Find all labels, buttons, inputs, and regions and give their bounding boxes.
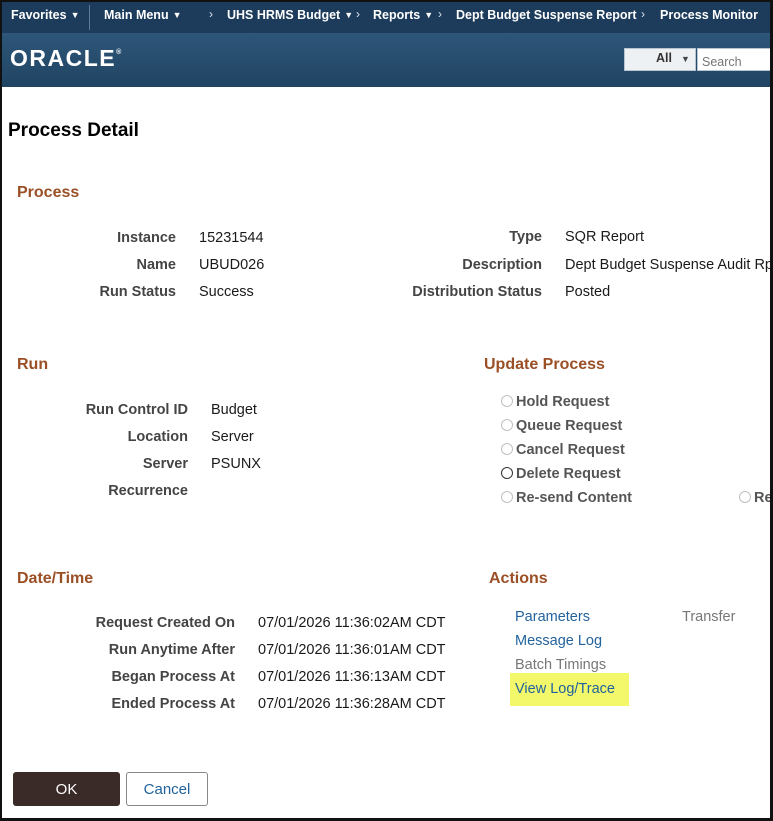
server-label: Server	[142, 456, 188, 472]
delete-request-radio[interactable]	[501, 467, 513, 479]
cancel-request-radio	[501, 443, 513, 455]
run-control-id-label: Run Control ID	[85, 402, 188, 418]
transfer-link: Transfer	[682, 609, 736, 625]
chevron-right-icon: ›	[209, 7, 213, 21]
view-log-trace-link[interactable]: View Log/Trace	[515, 681, 615, 697]
location-value: Server	[211, 429, 254, 445]
oracle-banner: ORACLE® All ▼	[2, 33, 770, 87]
main-menu-label: Main Menu	[104, 8, 169, 22]
breadcrumb-process-monitor[interactable]: Process Monitor	[660, 8, 758, 22]
datetime-section-heading: Date/Time	[17, 570, 94, 587]
description-value: Dept Budget Suspense Audit Rpt	[565, 257, 772, 273]
search-scope-label: All	[656, 51, 672, 65]
hold-request-option: Hold Request	[501, 394, 609, 410]
run-status-value: Success	[199, 284, 254, 300]
oracle-logo-text: ORACLE	[10, 45, 117, 71]
request-created-value: 07/01/2026 11:36:02AM CDT	[258, 615, 446, 631]
actions-section-heading: Actions	[489, 570, 548, 587]
breadcrumb-reports[interactable]: Reports ▼	[373, 8, 433, 22]
began-process-label: Began Process At	[111, 669, 235, 685]
update-process-section-heading: Update Process	[484, 356, 605, 373]
favorites-menu[interactable]: Favorites ▼	[11, 8, 80, 22]
nav-divider	[89, 5, 90, 30]
breadcrumb-label: Reports	[373, 8, 421, 22]
breadcrumb-label: Dept Budget Suspense Report	[456, 8, 637, 22]
main-menu[interactable]: Main Menu ▼	[104, 8, 182, 22]
breadcrumb-uhs-hrms-budget[interactable]: UHS HRMS Budget ▼	[227, 8, 353, 22]
cancel-request-option: Cancel Request	[501, 442, 625, 458]
instance-value: 15231544	[199, 230, 264, 246]
breadcrumb-dept-budget-suspense-report[interactable]: Dept Budget Suspense Report	[456, 8, 637, 22]
restart-request-label: Re	[754, 490, 773, 506]
run-anytime-label: Run Anytime After	[108, 642, 235, 658]
name-value: UBUD026	[199, 257, 265, 273]
type-label: Type	[509, 229, 542, 245]
ok-button[interactable]: OK	[13, 772, 120, 806]
resend-content-label: Re-send Content	[516, 490, 632, 506]
instance-label: Instance	[117, 230, 176, 246]
chevron-right-icon: ›	[641, 7, 645, 21]
favorites-label: Favorites	[11, 8, 67, 22]
recurrence-label: Recurrence	[108, 483, 188, 499]
server-value: PSUNX	[211, 456, 261, 472]
queue-request-radio	[501, 419, 513, 431]
restart-request-radio	[739, 491, 751, 503]
batch-timings-link: Batch Timings	[515, 657, 607, 673]
queue-request-option: Queue Request	[501, 418, 622, 434]
ended-process-label: Ended Process At	[111, 696, 235, 712]
request-created-label: Request Created On	[95, 615, 235, 631]
breadcrumb-label: Process Monitor	[660, 8, 758, 22]
type-value: SQR Report	[565, 229, 644, 245]
message-log-link[interactable]: Message Log	[515, 633, 602, 649]
run-section-heading: Run	[17, 356, 49, 373]
process-detail-window: Favorites ▼ Main Menu ▼ › UHS HRMS Budget ▼…	[0, 0, 773, 821]
resend-content-option: Re-send Content	[501, 490, 632, 506]
breadcrumb-label: UHS HRMS Budget	[227, 8, 341, 22]
began-process-value: 07/01/2026 11:36:13AM CDT	[258, 669, 446, 685]
distribution-status-value: Posted	[565, 284, 611, 300]
name-label: Name	[136, 257, 177, 273]
cancel-button[interactable]: Cancel	[126, 772, 208, 806]
parameters-link[interactable]: Parameters	[515, 609, 590, 625]
delete-request-option[interactable]: Delete Request	[501, 466, 621, 482]
page-title: Process Detail	[8, 120, 139, 141]
favorites-caret-icon: ▼	[70, 10, 80, 20]
search-input[interactable]	[697, 48, 770, 71]
queue-request-label: Queue Request	[516, 418, 623, 434]
location-label: Location	[127, 429, 188, 445]
restart-request-option: Re	[739, 490, 773, 506]
ended-process-value: 07/01/2026 11:36:28AM CDT	[258, 696, 446, 712]
run-anytime-value: 07/01/2026 11:36:01AM CDT	[258, 642, 446, 658]
chevron-right-icon: ›	[438, 7, 442, 21]
chevron-down-icon: ▼	[681, 54, 690, 64]
oracle-logo: ORACLE®	[10, 45, 121, 72]
description-label: Description	[462, 257, 542, 273]
delete-request-label: Delete Request	[516, 466, 621, 482]
breadcrumb-caret-icon: ▼	[424, 10, 434, 20]
search-scope-select[interactable]: All ▼	[624, 48, 696, 71]
hold-request-label: Hold Request	[516, 394, 610, 410]
resend-content-radio	[501, 491, 513, 503]
distribution-status-label: Distribution Status	[412, 284, 542, 300]
registered-mark: ®	[116, 49, 122, 56]
main-menu-caret-icon: ▼	[172, 10, 182, 20]
process-section-heading: Process	[17, 184, 80, 201]
run-status-label: Run Status	[99, 284, 176, 300]
cancel-request-label: Cancel Request	[516, 442, 625, 458]
hold-request-radio	[501, 395, 513, 407]
top-nav-bar: Favorites ▼ Main Menu ▼ › UHS HRMS Budget ▼…	[2, 2, 770, 33]
run-control-id-value: Budget	[211, 402, 257, 418]
chevron-right-icon: ›	[356, 7, 360, 21]
breadcrumb-caret-icon: ▼	[344, 10, 354, 20]
